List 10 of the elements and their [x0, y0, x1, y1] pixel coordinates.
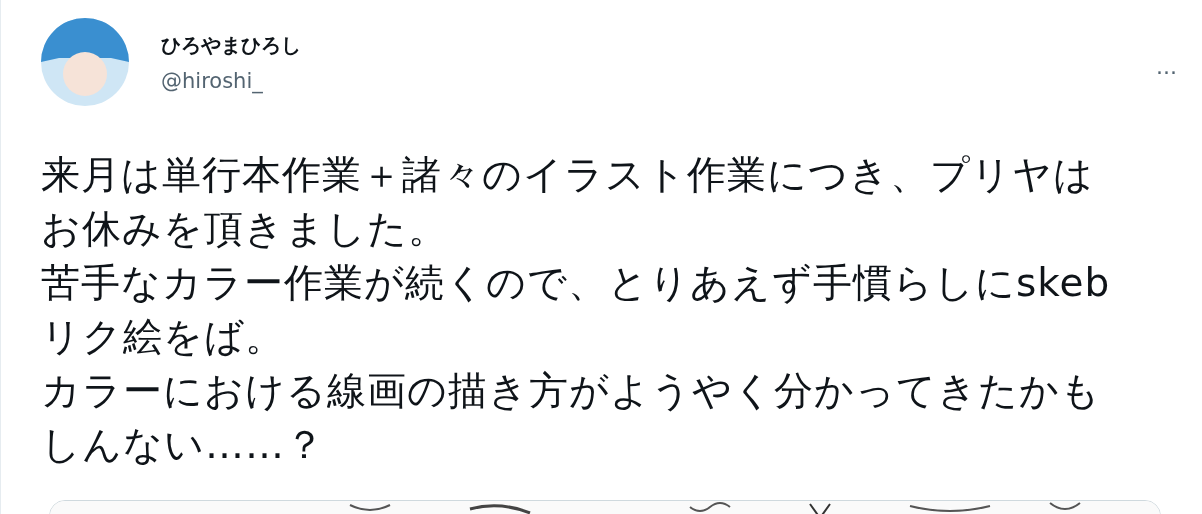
- more-button[interactable]: ···: [1152, 62, 1181, 84]
- tweet-text-line: お休みを頂きました。: [41, 205, 449, 253]
- author-name[interactable]: ひろやまひろし: [161, 32, 301, 59]
- tweet-text-line: リク絵をば。: [41, 313, 286, 361]
- tweet-text-line: 苦手なカラー作業が続くので、とりあえず手慣らしにskeb: [41, 259, 1112, 307]
- tweet-text-line: 来月は単行本作業＋諸々のイラスト作業につき、プリヤは: [41, 151, 1095, 199]
- tweet-text-line: しんない……？: [41, 421, 326, 469]
- avatar[interactable]: [41, 18, 129, 106]
- author-handle[interactable]: @hiroshi_: [161, 69, 301, 93]
- tweet-text-line: カラーにおける線画の描き方がようやく分かってきたかも: [41, 367, 1102, 415]
